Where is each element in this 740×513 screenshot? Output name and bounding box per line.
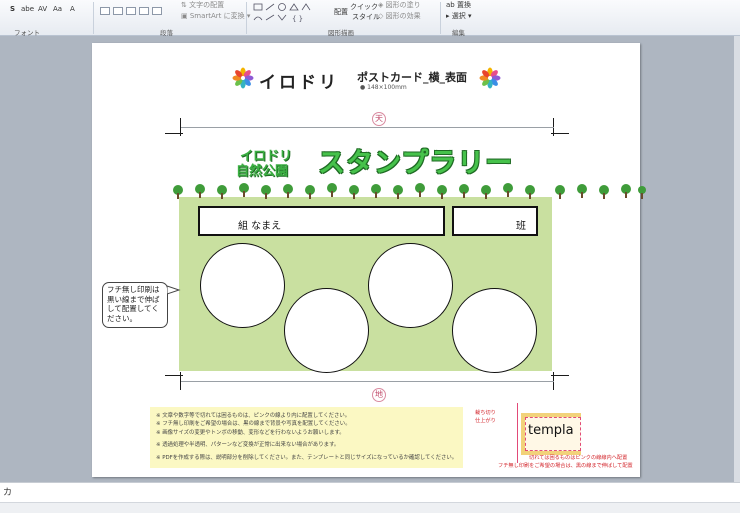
flower-logo-icon [479, 67, 501, 89]
ribbon: S abe AV Aa A ⇅ 文字の配置 ▣ SmartArt に変換 ▾ {… [0, 0, 740, 37]
shape-effect-button[interactable]: ◇ 図形の効果 [378, 12, 421, 21]
bold-button[interactable]: S [10, 5, 15, 14]
borderless-callout-text: フチ無し印刷は黒い線まで伸ばして配置してください。 [107, 285, 160, 323]
tree-icon [239, 183, 249, 197]
tree-icon [393, 185, 403, 199]
brand-name: イロドリ [259, 73, 339, 93]
shape-fill-button[interactable]: ◈ 図形の塗り [378, 1, 421, 10]
smartart-convert-button[interactable]: ▣ SmartArt に変換 ▾ [181, 12, 250, 21]
divider [440, 2, 441, 34]
class-field-label: 班 [516, 221, 526, 232]
divider [246, 2, 247, 34]
justify-icon[interactable] [139, 7, 149, 15]
legend-safe-area: 切れては困るものはピンクの線線内へ配置 [529, 455, 628, 461]
shapes-gallery[interactable]: { } [252, 2, 322, 24]
tree-icon [621, 184, 631, 198]
park-name-bottom: 自然公園 [236, 164, 289, 179]
tree-icon [437, 185, 447, 199]
crop-mark [551, 133, 569, 134]
svg-text:{ }: { } [292, 15, 303, 23]
tree-icon [173, 185, 183, 199]
name-field[interactable]: 組 なまえ [198, 206, 445, 236]
park-name-top: イロドリ [240, 149, 293, 164]
tree-icon [217, 185, 227, 199]
crop-mark [165, 375, 183, 376]
legend-finish: 仕上がり [475, 418, 496, 424]
template-word: templa [528, 423, 574, 438]
arrange-button[interactable]: 配置 [334, 8, 348, 17]
tree-row-decoration [173, 183, 646, 199]
legend-cut: 裁ち切り [475, 410, 496, 416]
scrollbar[interactable] [734, 36, 740, 482]
tree-icon [599, 185, 609, 199]
stamp-circle[interactable] [368, 243, 453, 328]
flower-logo-icon [232, 67, 254, 89]
borderless-callout: フチ無し印刷は黒い線まで伸ばして配置してください。 [102, 282, 168, 328]
notes-text: カ [3, 488, 13, 498]
instruction-line: ※ フチ無し印刷をご希望の場合は、黒の線まで背景や写真を配置してください。 [156, 421, 351, 428]
tree-icon [415, 183, 425, 197]
instruction-line: ※ 画像サイズの変更やトンボの移動、変形などを行わないようお願いします。 [156, 429, 345, 436]
tree-icon [481, 185, 491, 199]
legend-borderless: フチ無し印刷をご希望の場合は、黒の線まで伸ばして配置 [498, 463, 633, 469]
tree-icon [555, 185, 565, 199]
class-field[interactable]: 班 [452, 206, 538, 236]
tree-icon [305, 185, 315, 199]
tree-icon [327, 183, 337, 197]
strikethrough-button[interactable]: abe [21, 5, 34, 14]
font-color-button[interactable]: A [70, 5, 75, 14]
stamp-rally-title: スタンプラリー [318, 148, 514, 179]
stamp-circle[interactable] [200, 243, 285, 328]
instructions-box: ※ 文章や数字等で切れては困るものは、ピンクの線より内に配置してください。 ※ … [150, 407, 463, 468]
instruction-line: ※ 文章や数字等で切れては困るものは、ピンクの線より内に配置してください。 [156, 413, 351, 419]
tree-icon [638, 186, 646, 199]
stamp-circle[interactable] [284, 288, 369, 373]
replace-button[interactable]: ab 置換 [446, 1, 471, 10]
columns-icon[interactable] [152, 7, 162, 15]
align-right-icon[interactable] [126, 7, 136, 15]
align-left-icon[interactable] [100, 7, 110, 15]
instruction-line: ※ 透過処理や半透明、パターンなど変換が正常に出来ない場合があります。 [156, 442, 340, 449]
stamp-circle[interactable] [452, 288, 537, 373]
tree-icon [195, 184, 205, 198]
text-direction-button[interactable]: ⇅ 文字の配置 [181, 1, 224, 10]
instruction-line: ※ PDFを作成する際は、説明部分を削除してください。また、テンプレートと同じサ… [156, 454, 458, 461]
trim-line [181, 127, 554, 128]
quick-style-button[interactable]: クイック [350, 3, 378, 12]
tree-icon [503, 183, 513, 197]
tree-icon [261, 185, 271, 199]
product-title: ポストカード_横_表面 [357, 71, 467, 84]
notes-pane[interactable] [0, 482, 740, 502]
quick-style-label: スタイル [352, 13, 380, 21]
bottom-marker: 地 [372, 388, 386, 402]
status-bar [0, 502, 740, 513]
crop-mark [165, 133, 183, 134]
tree-icon [577, 184, 587, 198]
tree-icon [371, 184, 381, 198]
tree-icon [525, 185, 535, 199]
crop-mark [551, 375, 569, 376]
trim-line [181, 381, 554, 382]
tree-icon [349, 185, 359, 199]
top-marker: 天 [372, 112, 386, 126]
align-center-icon[interactable] [113, 7, 123, 15]
tree-icon [283, 184, 293, 198]
divider [93, 2, 94, 34]
char-spacing-button[interactable]: AV [38, 5, 47, 14]
pink-guide-line [517, 403, 518, 463]
callout-pointer [167, 285, 181, 295]
product-size: ● 148×100mm [360, 84, 407, 91]
change-case-button[interactable]: Aa [53, 5, 62, 14]
name-field-label: 組 なまえ [238, 221, 282, 232]
tree-icon [459, 184, 469, 198]
select-button[interactable]: ▸ 選択 ▾ [446, 12, 472, 21]
